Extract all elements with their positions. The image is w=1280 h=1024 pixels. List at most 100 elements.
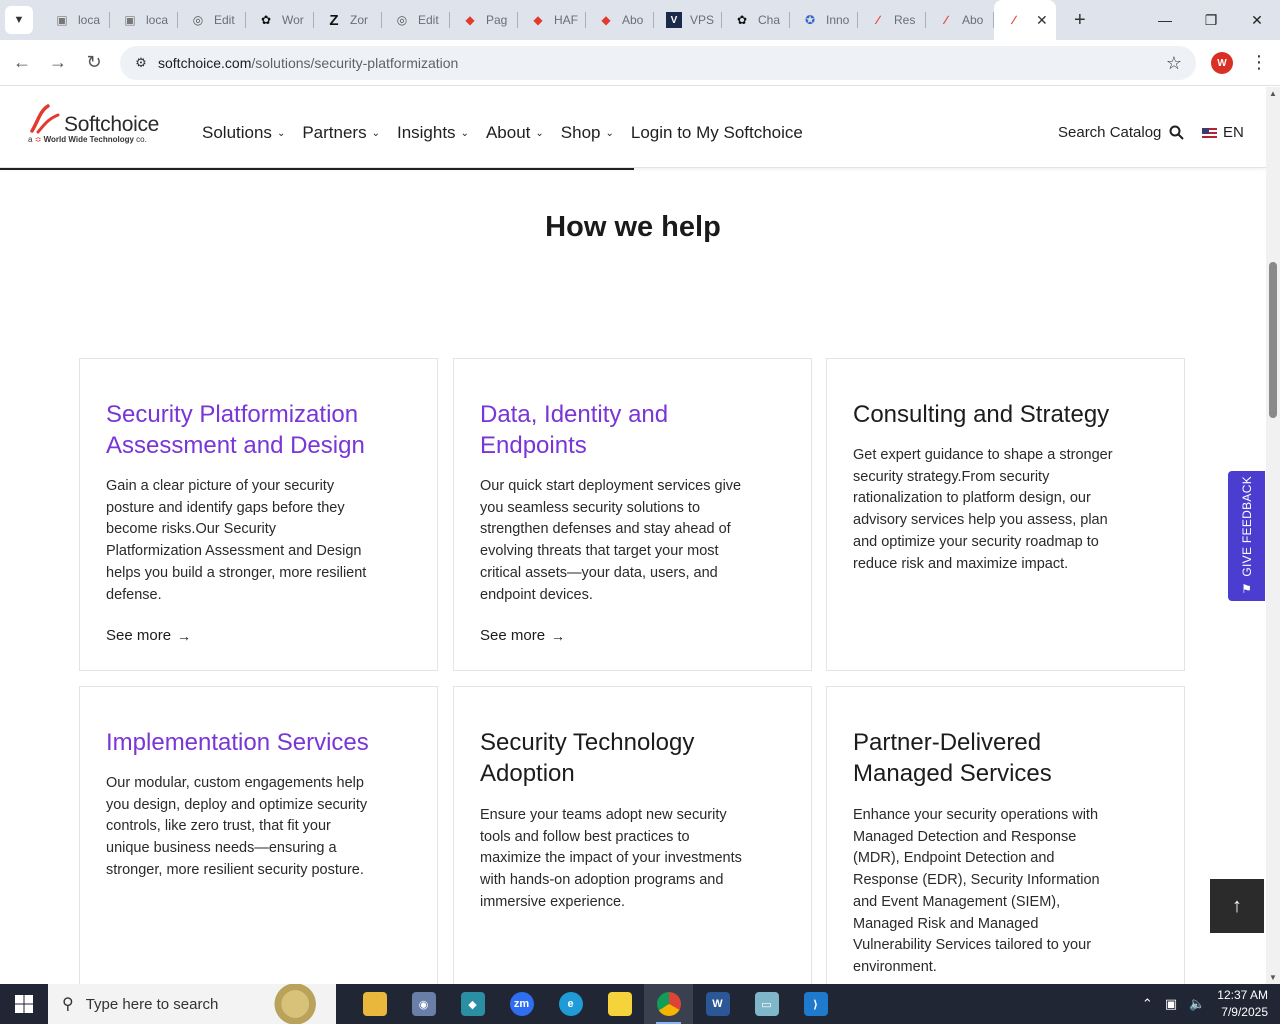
tab-search-button[interactable]: ▼ — [5, 6, 33, 34]
palette-icon: ◉ — [411, 992, 436, 1016]
globe-icon: ◎ — [396, 13, 408, 27]
browser-tab[interactable]: ◆ Abo — [586, 0, 654, 40]
nav-label: About — [485, 123, 531, 142]
card-title-line: Data, Identity and — [480, 401, 669, 428]
minimize-icon[interactable]: — — [1142, 0, 1188, 40]
back-button[interactable]: ← — [4, 45, 40, 81]
chevron-down-icon: ⌄ — [371, 127, 380, 139]
nav-login[interactable]: Login to My Softchoice — [631, 123, 803, 143]
browser-tab[interactable]: ◆ HAF — [518, 0, 586, 40]
site-settings-icon[interactable]: ⚙ — [126, 55, 156, 71]
browser-tab[interactable]: ∕ Abo — [926, 0, 994, 40]
forward-button[interactable]: → — [40, 45, 76, 81]
app-button[interactable]: ◆ — [448, 984, 497, 1024]
v-icon: V — [666, 12, 682, 28]
card-title[interactable]: Implementation Services — [106, 727, 369, 758]
scrollbar-thumb[interactable] — [1269, 262, 1277, 418]
browser-tab[interactable]: ▣ loca — [42, 0, 110, 40]
taskbar-search[interactable]: ⚲ Type here to search — [48, 984, 336, 1024]
back-to-top-button[interactable]: ↑ — [1210, 879, 1264, 933]
word-button[interactable]: W — [693, 984, 742, 1024]
browser-tab[interactable]: ◎ Edit — [178, 0, 246, 40]
main-nav: Solutions ⌄ Partners ⌄ Insights ⌄ About ⌄ Sh… — [202, 123, 820, 143]
page-scrollbar[interactable]: ▲ ▼ — [1266, 87, 1280, 984]
app-button[interactable]: ▭ — [742, 984, 791, 1024]
browser-tab[interactable]: ◆ Pag — [450, 0, 518, 40]
service-card: Security Technology Adoption Ensure your … — [453, 686, 812, 984]
close-window-icon[interactable]: ✕ — [1234, 0, 1280, 40]
card-title-line: Endpoints — [480, 432, 587, 459]
browser-tab[interactable]: ▣ loca — [110, 0, 178, 40]
browser-tab[interactable]: ✪ Inno — [790, 0, 858, 40]
tool-icon: ✪ — [804, 13, 816, 27]
nav-solutions[interactable]: Solutions ⌄ — [202, 123, 285, 143]
clock-time: 12:37 AM — [1217, 988, 1268, 1002]
nav-about[interactable]: About ⌄ — [486, 123, 544, 143]
chevron-down-icon: ⌄ — [460, 127, 469, 139]
give-feedback-button[interactable]: GIVE FEEDBACK ⚑ — [1228, 471, 1265, 601]
softchoice-icon: ◆ — [465, 13, 475, 27]
edge-button[interactable]: e — [546, 984, 595, 1024]
close-tab-icon[interactable]: ✕ — [1036, 12, 1048, 29]
scroll-down-icon[interactable]: ▼ — [1269, 973, 1277, 982]
url-path: /solutions/security-platformization — [251, 55, 459, 71]
nav-insights[interactable]: Insights ⌄ — [397, 123, 469, 143]
chevron-up-icon[interactable]: ⌃ — [1142, 996, 1153, 1012]
card-title[interactable]: Data, Identity and Endpoints — [480, 399, 668, 461]
paint-app-button[interactable]: ◉ — [399, 984, 448, 1024]
see-more-link[interactable]: See more → — [106, 627, 191, 644]
scroll-up-icon[interactable]: ▲ — [1269, 89, 1277, 98]
browser-tab[interactable]: V VPS — [654, 0, 722, 40]
openai-icon: ✿ — [736, 13, 748, 27]
nav-partners[interactable]: Partners ⌄ — [302, 123, 380, 143]
browser-menu-icon[interactable]: ⋮ — [1250, 52, 1268, 73]
url-text[interactable]: softchoice.com/solutions/security-platfo… — [158, 55, 458, 71]
start-button[interactable] — [0, 984, 48, 1024]
new-tab-button[interactable]: + — [1074, 9, 1086, 32]
nav-shop[interactable]: Shop ⌄ — [561, 123, 614, 143]
tab-label: Zor — [350, 13, 368, 27]
card-title-line: Partner-Delivered — [853, 729, 1042, 756]
browser-tab[interactable]: ∕ Res — [858, 0, 926, 40]
volume-icon[interactable]: 🔈 — [1189, 996, 1205, 1012]
profile-avatar[interactable]: W — [1211, 52, 1233, 74]
diamond-app-icon: ◆ — [460, 992, 485, 1016]
see-more-label: See more — [106, 627, 172, 644]
card-title-line: Adoption — [480, 760, 575, 787]
card-title-line: Implementation Services — [106, 729, 369, 756]
card-description: Our quick start deployment services give… — [480, 478, 742, 603]
browser-tab[interactable]: ✿ Cha — [722, 0, 790, 40]
logo-tag-suffix: co. — [136, 135, 147, 144]
browser-tab-strip: ▼ ▣ loca ▣ loca ◎ Edit ✿ Wor Z Zor ◎ Edit ◆ Pag… — [0, 0, 1280, 40]
card-title-line: Assessment and Design — [106, 432, 365, 459]
card-description: Our modular, custom engagements help you… — [106, 775, 368, 878]
language-selector[interactable]: EN — [1202, 124, 1244, 141]
browser-tab[interactable]: ◎ Edit — [382, 0, 450, 40]
file-explorer-button[interactable] — [350, 984, 399, 1024]
tab-label: Res — [894, 13, 916, 27]
card-title[interactable]: Security Platformization Assessment and D… — [106, 399, 365, 461]
softchoice-icon: ∕ — [1012, 13, 1015, 27]
restore-icon[interactable]: ❐ — [1188, 0, 1234, 40]
zoom-button[interactable]: zm — [497, 984, 546, 1024]
chrome-button[interactable] — [644, 984, 693, 1024]
z-icon: Z — [329, 11, 339, 29]
address-bar[interactable]: ⚙ softchoice.com/solutions/security-plat… — [120, 46, 1196, 80]
browser-tab[interactable]: Z Zor — [314, 0, 382, 40]
card-title-line: Security Platformization — [106, 401, 359, 428]
page-icon: ▣ — [124, 13, 136, 27]
browser-tab-active[interactable]: ∕ ✕ — [994, 0, 1056, 40]
bookmark-star-icon[interactable]: ☆ — [1166, 53, 1182, 74]
search-catalog-button[interactable]: Search Catalog — [1058, 124, 1185, 141]
card-title-line: Consulting and Strategy — [853, 401, 1110, 428]
sticky-notes-button[interactable] — [595, 984, 644, 1024]
network-icon[interactable]: ▣ — [1165, 996, 1177, 1012]
softchoice-logo[interactable]: Softchoice a ≎ World Wide Technology co. — [28, 103, 168, 149]
browser-tab[interactable]: ✿ Wor — [246, 0, 314, 40]
see-more-link[interactable]: See more → — [480, 627, 565, 644]
reload-button[interactable]: ↻ — [76, 45, 112, 81]
taskbar-clock[interactable]: 12:37 AM 7/9/2025 — [1217, 987, 1268, 1021]
vscode-button[interactable]: ⟩ — [791, 984, 840, 1024]
chevron-down-icon: ⌄ — [605, 127, 614, 139]
web-page: Softchoice a ≎ World Wide Technology co.… — [0, 87, 1266, 984]
